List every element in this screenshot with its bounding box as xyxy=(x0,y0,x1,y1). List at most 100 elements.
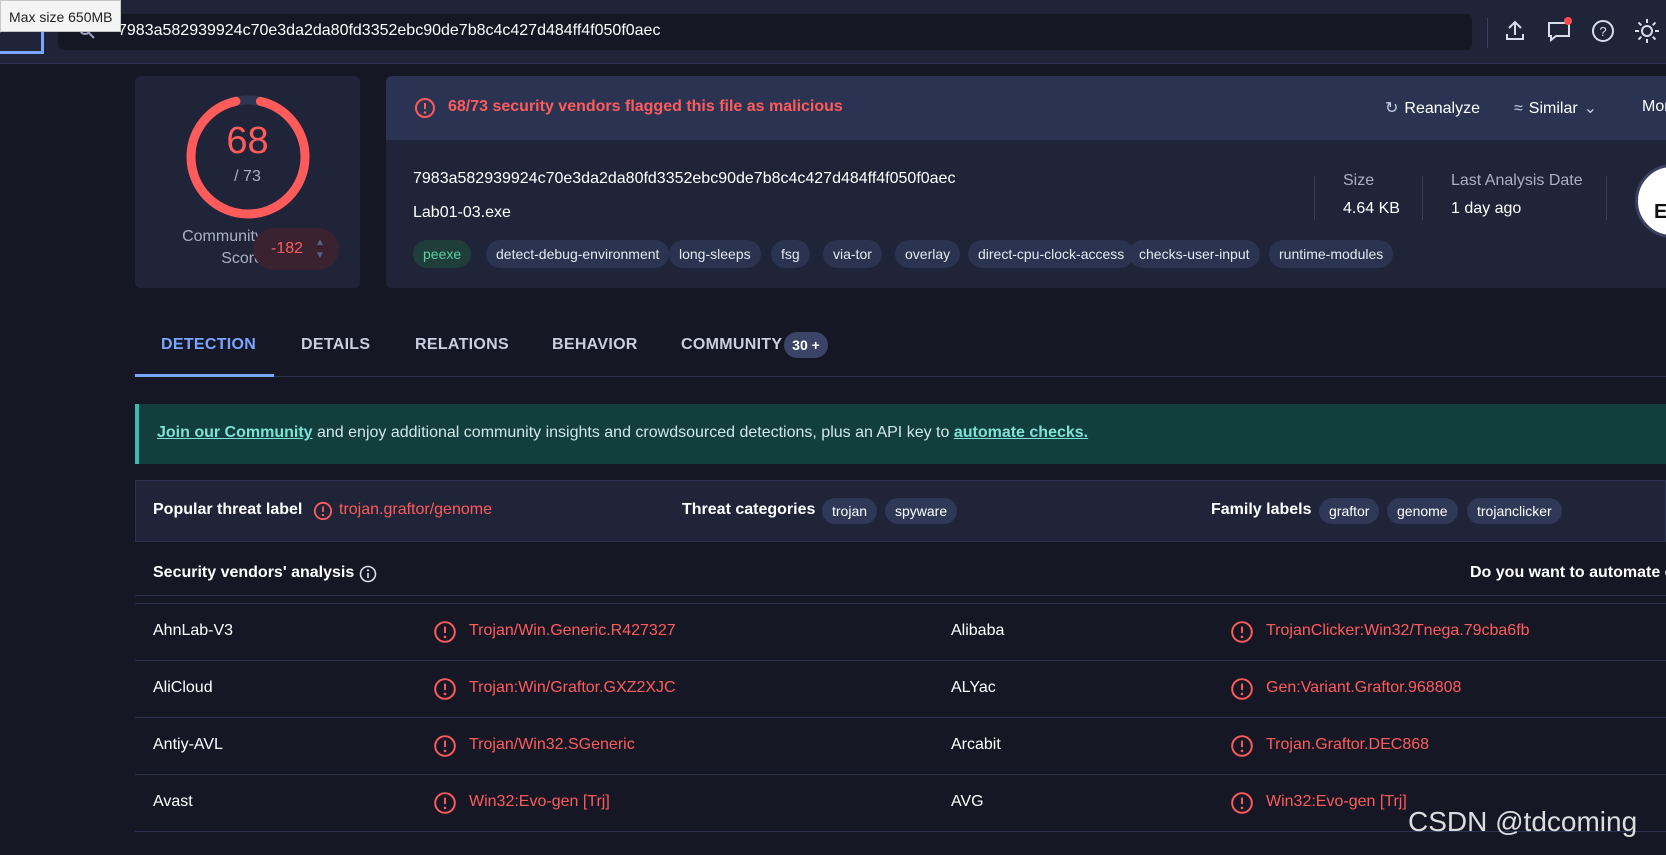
size-value: 4.64 KB xyxy=(1343,200,1400,217)
family-labels-label: Family labels xyxy=(1211,501,1312,518)
tab-community[interactable]: COMMUNITY xyxy=(681,336,782,354)
table-row: Antiy-AVL Trojan/Win32.SGeneric Arcabit … xyxy=(135,718,1666,775)
tab-relations[interactable]: RELATIONS xyxy=(415,336,509,354)
join-community-link[interactable]: Join our Community xyxy=(157,424,313,441)
info-icon[interactable] xyxy=(359,565,377,588)
malicious-icon xyxy=(433,620,457,649)
last-analysis-value: 1 day ago xyxy=(1451,200,1522,217)
last-analysis-label: Last Analysis Date xyxy=(1451,172,1583,189)
tag-chip[interactable]: fsg xyxy=(771,240,810,268)
family-pill[interactable]: graftor xyxy=(1319,498,1380,524)
top-bar: 7983a582939924c70e3da2da80fd3352ebc90de7… xyxy=(0,0,1666,64)
tag-chip[interactable]: via-tor xyxy=(823,240,882,268)
malicious-icon xyxy=(1230,620,1254,649)
malicious-icon xyxy=(433,791,457,820)
community-score-value: -182 xyxy=(271,240,304,257)
table-row-partial xyxy=(135,832,1666,855)
file-name: Lab01-03.exe xyxy=(413,204,511,221)
malicious-icon xyxy=(1230,734,1254,763)
detection-score-card: 68 / 73 Community Score -182 ▲ ▼ xyxy=(135,76,360,288)
vendor-result: Win32:Evo-gen [Trj] xyxy=(469,793,610,810)
tab-behavior[interactable]: BEHAVIOR xyxy=(552,336,638,354)
detection-total: / 73 xyxy=(234,168,261,185)
reanalyze-button[interactable]: ↻ Reanalyze xyxy=(1385,98,1480,118)
tag-chip[interactable]: direct-cpu-clock-access xyxy=(968,240,1135,268)
popular-threat-label: Popular threat label xyxy=(153,501,303,518)
vendor-result: Trojan:Win/Graftor.GXZ2XJC xyxy=(469,679,676,696)
vendors-title: Security vendors' analysis xyxy=(153,564,355,581)
community-label-line2: Score xyxy=(221,250,263,267)
max-size-tooltip: Max size 650MB xyxy=(0,0,122,32)
active-tab-indicator xyxy=(135,374,274,377)
tag-chip[interactable]: overlay xyxy=(895,240,961,268)
file-hash: 7983a582939924c70e3da2da80fd3352ebc90de7… xyxy=(413,170,956,187)
help-icon[interactable]: ? xyxy=(1588,16,1618,46)
malicious-icon xyxy=(1230,677,1254,706)
vendor-name: AVG xyxy=(951,793,984,810)
upload-icon[interactable] xyxy=(1500,16,1530,46)
malicious-icon xyxy=(433,677,457,706)
notification-dot xyxy=(1564,17,1572,25)
vendor-result: Gen:Variant.Graftor.968808 xyxy=(1266,679,1462,696)
community-score-pill[interactable]: -182 ▲ ▼ xyxy=(253,228,339,270)
tag-chip[interactable]: long-sleeps xyxy=(669,240,761,268)
vendor-name: AhnLab-V3 xyxy=(153,622,234,639)
category-pill[interactable]: spyware xyxy=(885,498,958,524)
tag-chip[interactable]: checks-user-input xyxy=(1129,240,1260,268)
family-pill[interactable]: trojanclicker xyxy=(1467,498,1562,524)
vendor-name: ALYac xyxy=(951,679,996,696)
tag-chip[interactable]: runtime-modules xyxy=(1269,240,1394,268)
divider xyxy=(1422,176,1423,220)
category-pill[interactable]: trojan xyxy=(822,498,878,524)
vote-arrows-icon[interactable]: ▲ ▼ xyxy=(315,236,325,262)
chat-notification-icon[interactable] xyxy=(1544,16,1574,46)
family-pill[interactable]: genome xyxy=(1387,498,1458,524)
malicious-icon xyxy=(433,734,457,763)
file-type-badge-icon: EX xyxy=(1635,164,1666,238)
file-info-card: 68/73 security vendors flagged this file… xyxy=(386,76,1666,288)
detection-count: 68 xyxy=(226,120,269,162)
banner-text: Join our Community and enjoy additional … xyxy=(157,424,1088,442)
malicious-alert-text: 68/73 security vendors flagged this file… xyxy=(448,98,843,115)
alert-icon xyxy=(414,97,436,124)
divider xyxy=(1487,18,1488,48)
malicious-icon xyxy=(1230,791,1254,820)
banner-middle-text: and enjoy additional community insights … xyxy=(312,424,954,441)
vendor-name: Alibaba xyxy=(951,622,1005,639)
similar-icon: ≈ xyxy=(1514,100,1523,117)
tab-detection[interactable]: DETECTION xyxy=(161,336,256,354)
more-button[interactable]: Mor xyxy=(1642,98,1666,116)
vendor-name: Avast xyxy=(153,793,193,810)
popular-threat-value[interactable]: trojan.graftor/genome xyxy=(339,501,492,519)
similar-label: Similar xyxy=(1528,100,1578,117)
tab-bar: DETECTION DETAILS RELATIONS BEHAVIOR COM… xyxy=(135,316,1666,377)
vendor-result: Trojan/Win32.SGeneric xyxy=(469,736,635,753)
size-label: Size xyxy=(1343,172,1375,189)
refresh-icon: ↻ xyxy=(1385,100,1399,117)
vendor-name: Antiy-AVL xyxy=(153,736,223,753)
vendor-result: TrojanClicker:Win32/Tnega.79cba6fb xyxy=(1266,622,1530,639)
threat-categories-label: Threat categories xyxy=(682,501,816,518)
automate-checks-link[interactable]: automate checks. xyxy=(954,424,1088,441)
reanalyze-label: Reanalyze xyxy=(1404,100,1481,117)
vendor-result: Trojan/Win.Generic.R427327 xyxy=(469,622,676,639)
search-input[interactable]: 7983a582939924c70e3da2da80fd3352ebc90de7… xyxy=(118,22,660,40)
svg-text:?: ? xyxy=(1599,24,1606,39)
search-box[interactable]: 7983a582939924c70e3da2da80fd3352ebc90de7… xyxy=(58,14,1472,50)
file-type-text: EX xyxy=(1654,201,1666,223)
community-banner: Join our Community and enjoy additional … xyxy=(135,404,1666,464)
automate-prompt[interactable]: Do you want to automate c xyxy=(1470,564,1666,582)
table-row: AhnLab-V3 Trojan/Win.Generic.R427327 Ali… xyxy=(135,604,1666,661)
vendor-name: Arcabit xyxy=(951,736,1001,753)
chevron-down-icon: ⌄ xyxy=(1583,100,1598,117)
vendors-table: AhnLab-V3 Trojan/Win.Generic.R427327 Ali… xyxy=(135,603,1666,855)
vendors-header: Security vendors' analysis Do you want t… xyxy=(135,552,1666,596)
tag-chip[interactable]: peexe xyxy=(413,240,472,268)
tag-chip[interactable]: detect-debug-environment xyxy=(486,240,670,268)
theme-toggle-icon[interactable] xyxy=(1632,16,1662,46)
divider xyxy=(1606,176,1607,220)
tab-details[interactable]: DETAILS xyxy=(301,336,370,354)
community-label-line1: Community xyxy=(182,228,263,245)
table-row: Avast Win32:Evo-gen [Trj] AVG Win32:Evo-… xyxy=(135,775,1666,832)
similar-button[interactable]: ≈ Similar ⌄ xyxy=(1514,98,1603,118)
